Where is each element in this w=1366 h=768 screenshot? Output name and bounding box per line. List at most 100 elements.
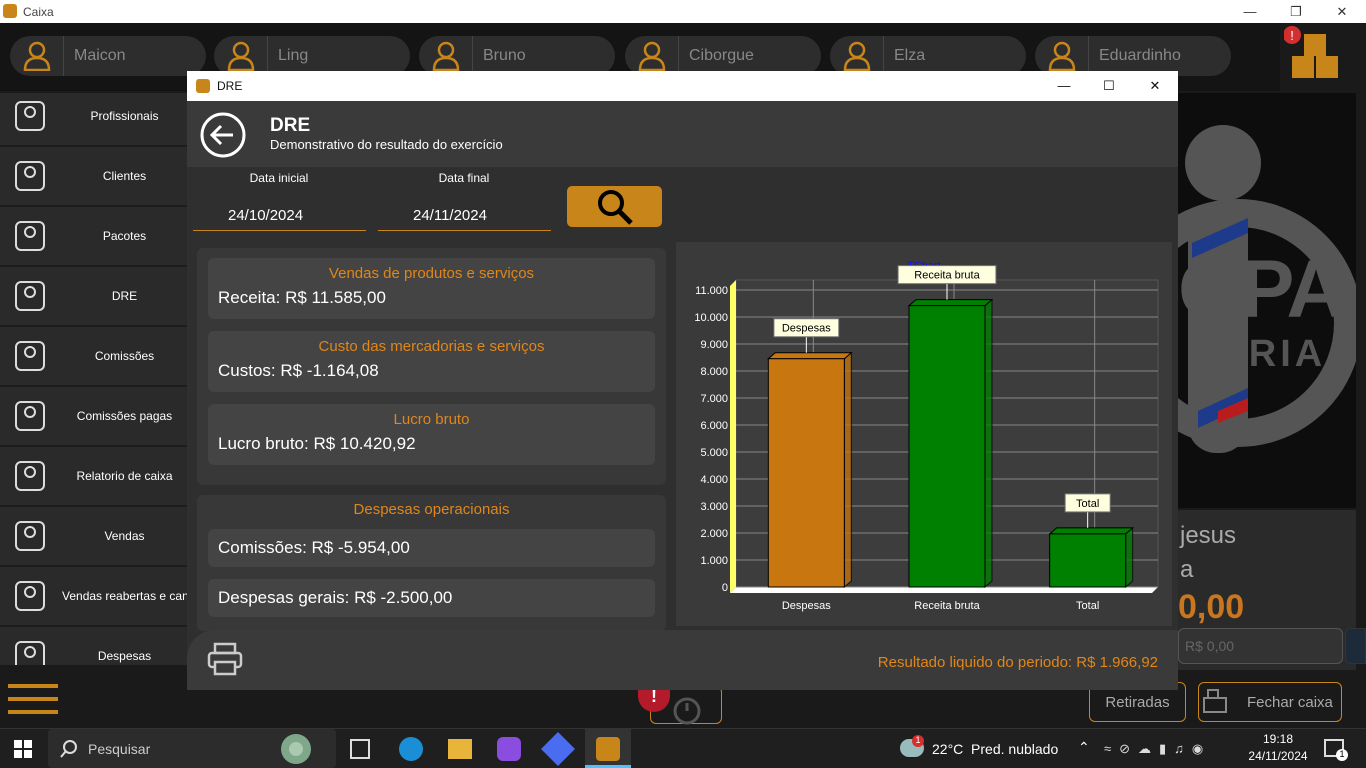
- user-tab[interactable]: Eduardinho: [1035, 36, 1231, 76]
- edge-icon[interactable]: [399, 737, 423, 761]
- sidebar-item-label: DRE: [111, 289, 138, 303]
- dialog-app-icon: [196, 79, 210, 93]
- search-icon: [60, 740, 77, 758]
- bar-top: [907, 299, 994, 307]
- print-icon[interactable]: [207, 642, 243, 676]
- bar: [767, 358, 845, 588]
- minimize-button[interactable]: —: [1227, 0, 1273, 23]
- taskbar-search[interactable]: Pesquisar: [48, 729, 336, 768]
- card-title: Custo das mercadorias e serviços: [318, 338, 545, 355]
- bar: [1049, 533, 1127, 588]
- sidebar-item-label: Vendas: [104, 529, 145, 543]
- sidebar-item[interactable]: Vendas: [0, 507, 187, 565]
- bar-side: [1125, 526, 1134, 589]
- close-button[interactable]: ✕: [1319, 0, 1365, 23]
- summary-group: Vendas de produtos e serviços Receita: R…: [197, 248, 666, 485]
- task-view-icon[interactable]: [350, 739, 370, 759]
- dialog-header: DRE Demonstrativo do resultado do exercí…: [187, 101, 1178, 167]
- hamburger-menu-icon[interactable]: [8, 680, 58, 720]
- chart-floor: [730, 587, 1158, 593]
- weather-badge: 1: [912, 735, 924, 747]
- professional-icon: [0, 96, 60, 136]
- dialog-title: DRE: [217, 79, 243, 93]
- bar-side: [843, 351, 852, 589]
- caixa-taskbar-button[interactable]: [585, 729, 631, 768]
- sidebar-item[interactable]: Relatorio de caixa: [0, 447, 187, 505]
- card-value: Receita: R$ 11.585,00: [218, 288, 386, 307]
- sales-icon: [0, 516, 60, 556]
- back-arrow-icon[interactable]: [199, 111, 247, 159]
- dre-dialog: DRE — ☐ ✕ DRE Demonstrativo do resultado…: [187, 71, 1178, 690]
- result-text: Resultado liquido do periodo: R$ 1.966,9…: [877, 654, 1158, 671]
- dialog-footer: Resultado liquido do periodo: R$ 1.966,9…: [187, 630, 1178, 690]
- sidebar-item-label: Profissionais: [90, 109, 159, 123]
- professional-name-2: a: [1180, 556, 1194, 583]
- clock-date[interactable]: 24/11/2024: [1244, 749, 1312, 763]
- sidebar-item-label: Vendas reabertas e canceladas: [62, 589, 187, 603]
- user-name: Ciborgue: [689, 47, 754, 64]
- search-placeholder: Pesquisar: [88, 741, 151, 757]
- restore-button[interactable]: ❐: [1273, 0, 1319, 23]
- dre-chart: TChart01.0002.0003.0004.0005.0006.0007.0…: [694, 260, 1159, 612]
- weather-text[interactable]: 22°C Pred. nublado: [932, 741, 1058, 757]
- data-label: Despesas: [782, 323, 831, 335]
- card-custos: Custo das mercadorias e serviços Custos:…: [208, 331, 655, 392]
- header-title: DRE: [270, 115, 311, 136]
- date-end-field[interactable]: 24/11/2024: [378, 201, 551, 231]
- chart-icon: [0, 276, 60, 316]
- y-tick-label: 6.000: [700, 420, 728, 432]
- caixa-icon: [596, 737, 620, 761]
- user-tab[interactable]: Maicon: [10, 36, 206, 76]
- svg-text:!: !: [1290, 28, 1294, 43]
- sidebar-item[interactable]: Clientes: [0, 147, 187, 205]
- y-tick-label: 5.000: [700, 447, 728, 459]
- card-title: Lucro bruto: [393, 411, 470, 428]
- side-tab-icon[interactable]: [1345, 628, 1366, 664]
- user-tab[interactable]: Bruno: [419, 36, 615, 76]
- dialog-maximize-button[interactable]: ☐: [1086, 74, 1132, 97]
- y-tick-label: 11.000: [695, 285, 728, 297]
- user-icon: [830, 36, 884, 76]
- user-name: Maicon: [74, 47, 126, 64]
- user-tab[interactable]: Ciborgue: [625, 36, 821, 76]
- app-icon-blue[interactable]: [541, 732, 575, 766]
- dialog-minimize-button[interactable]: —: [1041, 74, 1087, 97]
- y-tick-label: 2.000: [700, 528, 728, 540]
- user-tab[interactable]: Ling: [214, 36, 410, 76]
- sidebar-item[interactable]: Vendas reabertas e canceladas: [0, 567, 187, 625]
- copilot-icon[interactable]: [497, 737, 521, 761]
- sidebar-item[interactable]: DRE: [0, 267, 187, 325]
- sidebar-item[interactable]: Despesas: [0, 627, 187, 665]
- taskbar: Pesquisar 1 22°C Pred. nublado ⌃ ≈⊘☁▮♫◉ …: [0, 728, 1366, 768]
- user-icon: [625, 36, 679, 76]
- y-tick-label: 3.000: [700, 501, 728, 513]
- despesas-group: Despesas operacionais Comissões: R$ -5.9…: [197, 495, 666, 631]
- dialog-close-button[interactable]: ✕: [1132, 74, 1178, 97]
- commission-icon: [0, 336, 60, 376]
- sidebar-item[interactable]: Pacotes: [0, 207, 187, 265]
- date-start-field[interactable]: 24/10/2024: [193, 201, 366, 231]
- user-tab[interactable]: Elza: [830, 36, 1026, 76]
- system-tray-icons[interactable]: ≈⊘☁▮♫◉: [1104, 741, 1211, 757]
- cash-panel: jesus a 0,00 R$ 0,00: [1178, 510, 1356, 670]
- y-tick-label: 9.000: [700, 339, 728, 351]
- x-tick-label: Receita bruta: [914, 600, 980, 612]
- y-tick-label: 4.000: [700, 474, 728, 486]
- sidebar-item[interactable]: Comissões pagas: [0, 387, 187, 445]
- clock-time[interactable]: 19:18: [1250, 732, 1306, 746]
- succulent-icon: [281, 734, 311, 764]
- bar-side: [984, 298, 993, 589]
- file-explorer-icon[interactable]: [448, 739, 472, 759]
- sidebar-item[interactable]: Comissões: [0, 327, 187, 385]
- sidebar-item[interactable]: Profissionais: [0, 93, 187, 145]
- search-button[interactable]: [567, 186, 662, 227]
- package-top-icon[interactable]: !: [1283, 26, 1344, 86]
- chart-wall: [730, 280, 736, 593]
- chart-panel: TChart01.0002.0003.0004.0005.0006.0007.0…: [676, 242, 1172, 626]
- x-tick-label: Despesas: [782, 600, 831, 612]
- sidebar-item-label: Clientes: [102, 169, 147, 183]
- date-start-label: Data inicial: [249, 171, 309, 185]
- chevron-up-icon[interactable]: ⌃: [1078, 739, 1090, 756]
- windows-start-icon[interactable]: [14, 740, 32, 758]
- user-name: Bruno: [483, 47, 526, 64]
